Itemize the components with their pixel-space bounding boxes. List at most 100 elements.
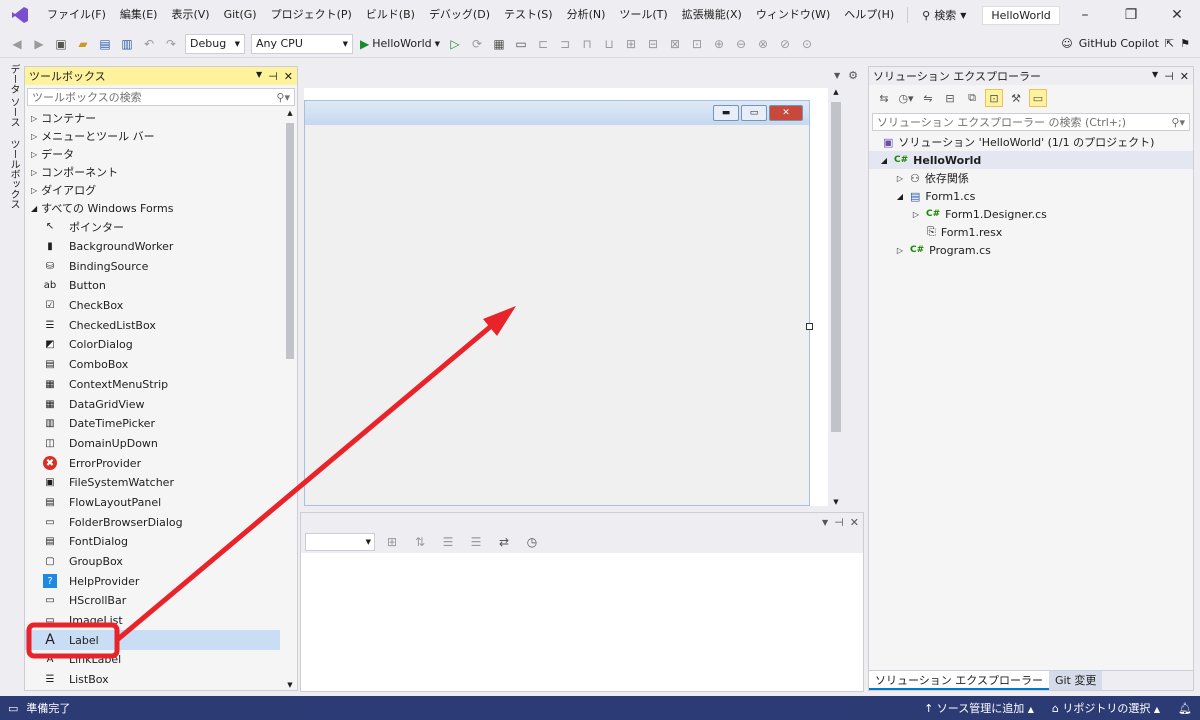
- window-position-icon[interactable]: ▼: [1152, 70, 1158, 83]
- tree-form1[interactable]: ◢ ▤ Form1.cs: [869, 187, 1193, 205]
- solution-explorer-search-input[interactable]: ソリューション エクスプローラー の検索 (Ctrl+;) ⚲▾: [872, 113, 1190, 131]
- notifications-icon[interactable]: 🔔︎: [1178, 702, 1192, 715]
- category-containers[interactable]: ▷ コンテナー: [25, 109, 297, 127]
- data-sources-tab[interactable]: データ ソース: [6, 58, 21, 133]
- preview-icon[interactable]: ▭: [1029, 89, 1047, 107]
- pending-changes-icon[interactable]: ◷▾: [897, 89, 915, 107]
- category-data[interactable]: ▷ データ: [25, 145, 297, 163]
- start-debugging-button[interactable]: ▶ HelloWorld ▼: [360, 37, 440, 51]
- events-icon[interactable]: ☰: [467, 533, 485, 551]
- close-icon[interactable]: ✕: [850, 516, 859, 529]
- object-selector-dropdown[interactable]: ▼: [305, 533, 375, 551]
- browse-icon[interactable]: ▦: [490, 35, 508, 53]
- expand-icon[interactable]: ▷: [911, 210, 921, 219]
- align-center-icon[interactable]: ⊐: [556, 35, 574, 53]
- category-components[interactable]: ▷ コンポーネント: [25, 163, 297, 181]
- tree-project[interactable]: ◢ C# HelloWorld: [869, 151, 1193, 169]
- same-width-icon[interactable]: ⊠: [666, 35, 684, 53]
- scope-icon[interactable]: ⊡: [985, 89, 1003, 107]
- same-size-icon[interactable]: ⊕: [710, 35, 728, 53]
- toolbox-item[interactable]: ab Button: [25, 276, 280, 296]
- start-without-debugging-icon[interactable]: ▷: [446, 35, 464, 53]
- pin-icon[interactable]: ⊣: [834, 516, 844, 529]
- search-button[interactable]: ⚲ 検索 ▼: [914, 7, 974, 23]
- visual-studio-logo-icon[interactable]: [0, 0, 40, 30]
- toolbox-item[interactable]: ▭ HScrollBar: [25, 591, 280, 611]
- toolbox-item[interactable]: ▤ FontDialog: [25, 532, 280, 552]
- restore-button[interactable]: ❐: [1108, 7, 1154, 23]
- toolbox-item[interactable]: ⛁ BindingSource: [25, 256, 280, 276]
- toolbox-item[interactable]: ▥ DateTimePicker: [25, 414, 280, 434]
- menu-item[interactable]: 拡張機能(X): [675, 0, 749, 30]
- back-icon[interactable]: ◀: [8, 35, 26, 53]
- align-middle-icon[interactable]: ⊞: [622, 35, 640, 53]
- alphabetical-icon[interactable]: ⇅: [411, 533, 429, 551]
- design-surface[interactable]: ▬ ▭ ✕ ▲ ▼: [304, 88, 844, 506]
- scroll-thumb[interactable]: [286, 123, 294, 359]
- forward-icon[interactable]: ▶: [30, 35, 48, 53]
- window-position-icon[interactable]: ▼: [822, 518, 828, 527]
- toolbox-item[interactable]: ◫ DomainUpDown: [25, 434, 280, 454]
- tree-form1-resx[interactable]: ⎘ Form1.resx: [869, 223, 1193, 241]
- toolbox-scrollbar[interactable]: ▲ ▼: [284, 109, 296, 689]
- new-project-icon[interactable]: ▣: [52, 35, 70, 53]
- tree-program[interactable]: ▷ C# Program.cs: [869, 241, 1193, 259]
- github-copilot-button[interactable]: ☺ GitHub Copilot ⇱ ⚑: [1061, 37, 1200, 50]
- same-height-icon[interactable]: ⊡: [688, 35, 706, 53]
- settings-icon[interactable]: ⚙: [848, 69, 858, 82]
- toolbox-search-input[interactable]: ツールボックスの検索 ⚲▾: [27, 88, 295, 106]
- category-menus-toolbars[interactable]: ▷ メニューとツール バー: [25, 127, 297, 145]
- menu-item[interactable]: プロジェクト(P): [264, 0, 359, 30]
- center-horizontal-icon[interactable]: ⊗: [754, 35, 772, 53]
- align-bottom-icon[interactable]: ⊟: [644, 35, 662, 53]
- category-dialogs[interactable]: ▷ ダイアログ: [25, 181, 297, 199]
- menu-item[interactable]: ツール(T): [612, 0, 674, 30]
- tree-solution[interactable]: ▣ ソリューション 'HelloWorld' (1/1 のプロジェクト): [869, 133, 1193, 151]
- menu-item[interactable]: ヘルプ(H): [837, 0, 901, 30]
- toolbox-item[interactable]: ☑ CheckBox: [25, 296, 280, 316]
- toolbox-item[interactable]: ☰ CheckedListBox: [25, 315, 280, 335]
- show-all-files-icon[interactable]: ⧉: [963, 89, 981, 107]
- resize-handle[interactable]: [806, 323, 813, 330]
- menu-item[interactable]: ファイル(F): [40, 0, 113, 30]
- hot-reload-icon[interactable]: ⟳: [468, 35, 486, 53]
- designer-scrollbar[interactable]: ▲ ▼: [828, 88, 844, 506]
- toolbox-item[interactable]: ? HelpProvider: [25, 571, 280, 591]
- redo-icon[interactable]: ↷: [162, 35, 180, 53]
- category-all-windows-forms[interactable]: ◢ すべての Windows Forms: [25, 199, 297, 217]
- save-all-icon[interactable]: ▥: [118, 35, 136, 53]
- window-position-icon[interactable]: ▼: [256, 70, 262, 83]
- property-pages-icon[interactable]: ⇄: [495, 533, 513, 551]
- close-icon[interactable]: ✕: [284, 70, 293, 83]
- toolbox-item[interactable]: ▤ FlowLayoutPanel: [25, 493, 280, 513]
- bring-front-icon[interactable]: ⊘: [776, 35, 794, 53]
- minimize-button[interactable]: –: [1062, 7, 1108, 23]
- collapse-all-icon[interactable]: ⊟: [941, 89, 959, 107]
- expand-icon[interactable]: ▷: [895, 246, 905, 255]
- toolbox-item[interactable]: ▮ BackgroundWorker: [25, 237, 280, 257]
- toolbox-item[interactable]: ▢ GroupBox: [25, 552, 280, 572]
- menu-item[interactable]: ビルド(B): [359, 0, 422, 30]
- toolbox-item[interactable]: ✖ ErrorProvider: [25, 453, 280, 473]
- toolbox-item[interactable]: ▭ ImageList: [25, 611, 280, 631]
- form1-window[interactable]: ▬ ▭ ✕: [304, 100, 813, 506]
- close-window-button[interactable]: ✕: [1154, 7, 1200, 23]
- menu-item[interactable]: 表示(V): [164, 0, 216, 30]
- menu-item[interactable]: デバッグ(D): [422, 0, 497, 30]
- toolbox-item[interactable]: ▤ ComboBox: [25, 355, 280, 375]
- align-right-icon[interactable]: ⊓: [578, 35, 596, 53]
- align-left-icon[interactable]: ⊏: [534, 35, 552, 53]
- layout-icon[interactable]: ▭: [512, 35, 530, 53]
- toolbox-item[interactable]: A LinkLabel: [25, 650, 280, 670]
- align-top-icon[interactable]: ⊔: [600, 35, 618, 53]
- add-to-source-control-button[interactable]: ↑ ソース管理に追加 ▲: [924, 700, 1034, 716]
- toolbox-item[interactable]: ▦ ContextMenuStrip: [25, 375, 280, 395]
- share-icon[interactable]: ⇱: [1165, 37, 1174, 50]
- configuration-dropdown[interactable]: Debug ▼: [185, 33, 245, 54]
- toolbox-item[interactable]: ☰ ListBox: [25, 670, 280, 689]
- menu-item[interactable]: ウィンドウ(W): [749, 0, 837, 30]
- platform-dropdown[interactable]: Any CPU ▼: [251, 33, 353, 54]
- undo-icon[interactable]: ↶: [140, 35, 158, 53]
- menu-item[interactable]: Git(G): [217, 0, 264, 30]
- send-back-icon[interactable]: ⊙: [798, 35, 816, 53]
